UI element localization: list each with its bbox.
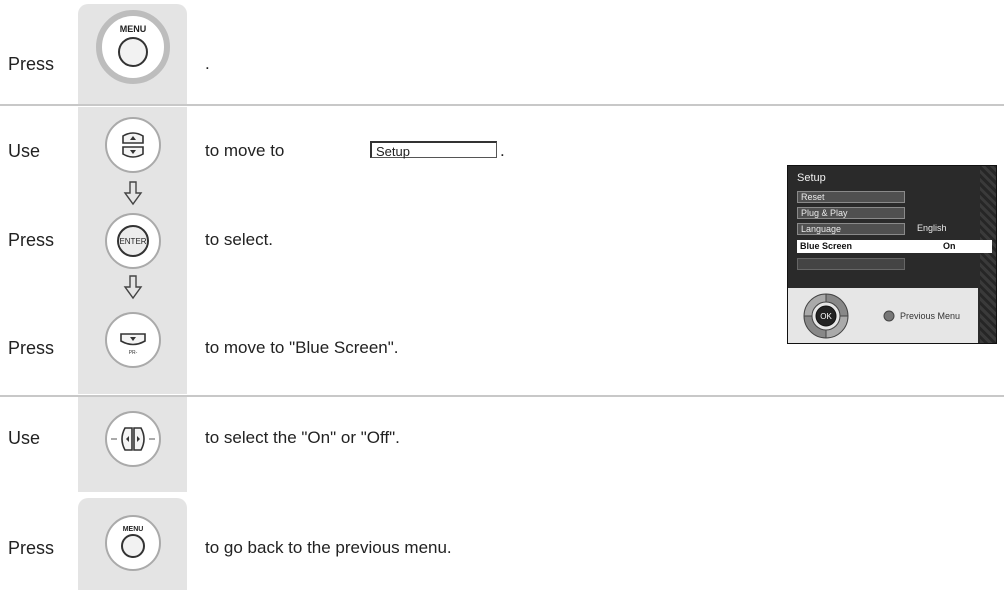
separator-1: [0, 104, 1004, 106]
step-5-desc: to select the "On" or "Off".: [205, 428, 400, 447]
step-6-desc: to go back to the previous menu.: [205, 538, 452, 557]
step-4-desc: to move to "Blue Screen".: [205, 338, 399, 357]
osd-value-language: English: [917, 223, 947, 233]
menu-label: MENU: [120, 24, 147, 34]
pr-updown-icon: [122, 132, 144, 158]
osd-round-button-icon: [883, 310, 895, 322]
osd-item-reset: Reset: [797, 191, 905, 203]
osd-item-dim-1: [797, 258, 905, 270]
step-5-verb: Use: [8, 428, 41, 448]
menu-button-small-icon: MENU: [121, 526, 145, 558]
osd-nav-pad-icon: OK: [803, 293, 849, 339]
step-6-verb: Press: [8, 538, 55, 558]
step-2-period: .: [500, 141, 505, 160]
separator-2: [0, 395, 1004, 397]
step-3-verb: Press: [8, 230, 55, 250]
osd-footer: OK Previous Menu: [788, 288, 978, 343]
osd-side-texture: [980, 166, 996, 343]
menu-small-label: MENU: [123, 526, 144, 533]
pr-minus-label: PR-: [129, 350, 138, 356]
osd-footer-label: Previous Menu: [900, 311, 961, 321]
pr-down-button: PR-: [105, 312, 161, 368]
setup-menu-box: Setup: [370, 141, 497, 159]
step-1-desc: .: [205, 54, 210, 73]
pr-updown-button: [105, 117, 161, 173]
osd-blue-screen-value: On: [943, 241, 956, 251]
vol-leftright-icon: [111, 427, 155, 451]
down-hand-arrow-icon-1: [123, 181, 143, 206]
osd-item-language: Language: [797, 223, 905, 235]
step-4-verb: Press: [8, 338, 55, 358]
step-1-verb: Press: [8, 54, 55, 74]
pr-down-icon: PR-: [120, 333, 146, 356]
vol-leftright-button: [105, 411, 161, 467]
enter-button: ENTER: [105, 213, 161, 269]
step-2-verb: Use: [8, 141, 41, 161]
osd-item-plug-play: Plug & Play: [797, 207, 905, 219]
osd-ok-label: OK: [820, 312, 832, 321]
tv-osd-screenshot: Setup Reset Plug & Play Language English…: [787, 165, 997, 344]
down-hand-arrow-icon-2: [123, 275, 143, 300]
osd-title: Setup: [797, 172, 826, 184]
step-2-desc: to move to: [205, 141, 285, 160]
osd-blue-screen-label: Blue Screen: [800, 241, 853, 251]
osd-item-blue-screen: Blue Screen On: [797, 240, 992, 253]
menu-button-icon: MENU: [118, 24, 148, 67]
enter-label: ENTER: [119, 237, 146, 246]
menu-button-large: MENU: [96, 10, 170, 84]
enter-button-icon: ENTER: [117, 225, 149, 257]
menu-button-small: MENU: [105, 515, 161, 571]
step-3-desc: to select.: [205, 230, 274, 249]
